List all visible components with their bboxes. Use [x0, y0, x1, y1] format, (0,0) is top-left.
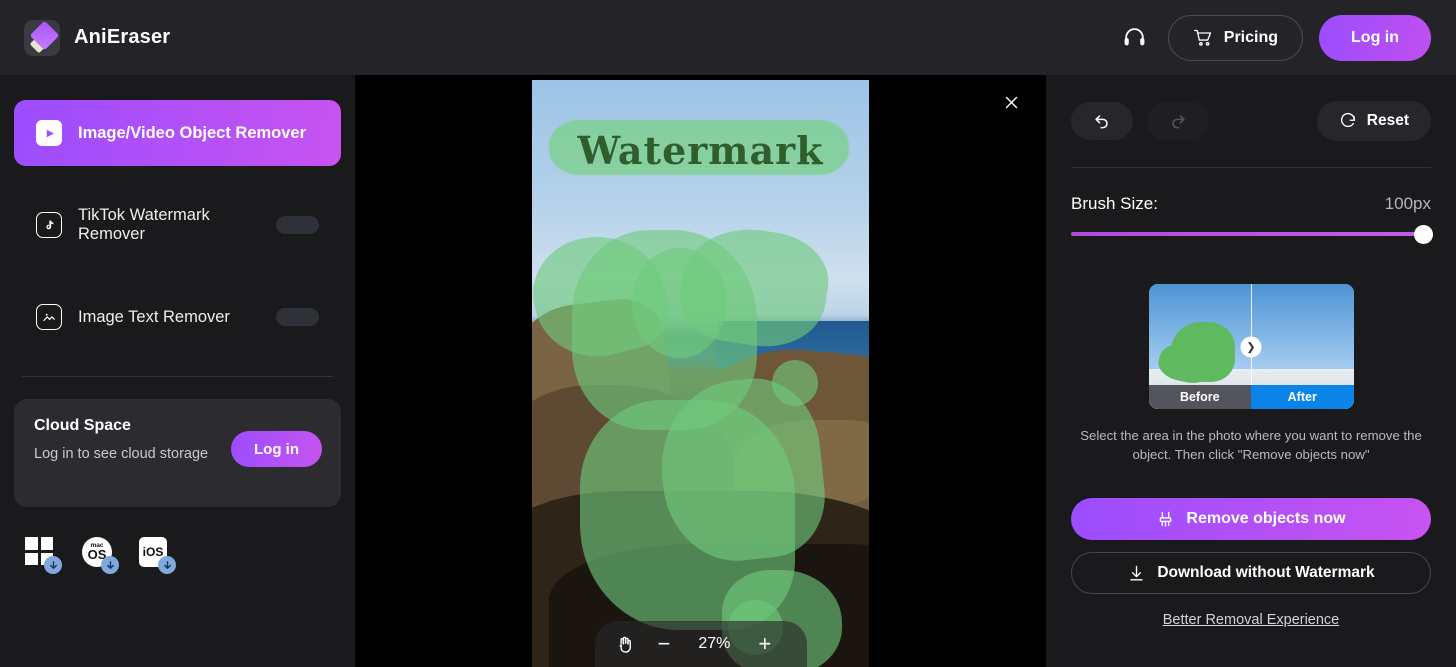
- brush-size-label: Brush Size:: [1071, 194, 1158, 213]
- pricing-label: Pricing: [1223, 28, 1279, 46]
- watermark-text: Watermark: [577, 128, 824, 173]
- ios-download-badge[interactable]: iOS: [139, 537, 176, 574]
- download-arrow-icon: [44, 556, 62, 574]
- top-bar: AniEraser Pricing Log in: [0, 0, 1456, 75]
- download-without-watermark-button[interactable]: Download without Watermark: [1071, 552, 1431, 595]
- beta-badge: Beta: [276, 308, 319, 326]
- close-icon[interactable]: [996, 87, 1026, 117]
- login-button[interactable]: Log in: [1319, 14, 1431, 61]
- zoom-out-button[interactable]: −: [658, 633, 671, 655]
- sidebar-item-label: Image Text Remover: [78, 307, 230, 326]
- download-arrow-icon: [101, 556, 119, 574]
- slider-thumb[interactable]: [1414, 224, 1433, 244]
- sidebar-item-image-text-remover[interactable]: Image Text Remover Beta: [14, 284, 341, 350]
- cloud-space-card: Cloud Space Log in to see cloud storage …: [14, 399, 341, 507]
- redo-icon: [1168, 111, 1188, 131]
- cloud-space-subtitle: Log in to see cloud storage: [34, 446, 209, 462]
- image-text-icon: [36, 304, 62, 330]
- selection-mask: [632, 248, 727, 358]
- edited-photo[interactable]: Watermark: [532, 80, 869, 667]
- sidebar-item-label: TikTok Watermark Remover: [78, 206, 210, 243]
- download-label: Download without Watermark: [1157, 564, 1375, 582]
- selection-mask-dot: [772, 360, 818, 406]
- cloud-login-button[interactable]: Log in: [231, 431, 322, 467]
- cart-icon: [1193, 28, 1213, 48]
- remove-objects-button[interactable]: Remove objects now: [1071, 498, 1431, 541]
- play-box-icon: [36, 120, 62, 146]
- beta-badge: Beta: [276, 216, 319, 234]
- better-removal-experience-link[interactable]: Better Removal Experience: [1071, 612, 1431, 628]
- brand-name: AniEraser: [74, 26, 171, 48]
- sidebar: Image/Video Object Remover TikTok Waterm…: [0, 75, 355, 667]
- before-after-preview[interactable]: ❯ Before After: [1148, 284, 1354, 409]
- reset-circular-arrow-icon: [1339, 112, 1357, 130]
- download-badges: mac OS iOS: [14, 507, 341, 574]
- tools-panel: Reset Brush Size: 100px ❯ Before After S…: [1046, 75, 1456, 667]
- windows-download-badge[interactable]: [25, 537, 62, 574]
- editor-canvas[interactable]: Watermark − 27% +: [355, 75, 1046, 667]
- after-label: After: [1251, 385, 1354, 409]
- download-icon: [1127, 564, 1146, 583]
- brush-icon: [1156, 510, 1175, 529]
- zoom-toolbar: − 27% +: [594, 621, 807, 667]
- sidebar-item-tiktok-watermark-remover[interactable]: TikTok Watermark Remover Beta: [14, 192, 341, 258]
- top-bar-actions: Pricing Log in: [1118, 14, 1456, 61]
- zoom-level: 27%: [698, 635, 731, 652]
- tiktok-note-icon: [36, 212, 62, 238]
- reset-label: Reset: [1366, 112, 1409, 129]
- undo-button[interactable]: [1071, 102, 1133, 140]
- brand[interactable]: AniEraser: [0, 19, 171, 56]
- chevron-right-icon[interactable]: ❯: [1240, 336, 1262, 357]
- brush-size-value: 100px: [1384, 194, 1431, 213]
- brush-size-slider[interactable]: [1071, 224, 1433, 244]
- undo-icon: [1092, 111, 1112, 131]
- sidebar-divider: [22, 376, 333, 377]
- history-toolbar: Reset: [1071, 75, 1431, 141]
- eraser-logo-icon: [24, 19, 60, 56]
- reset-button[interactable]: Reset: [1316, 101, 1431, 141]
- zoom-in-button[interactable]: +: [758, 633, 771, 655]
- cloud-space-title: Cloud Space: [34, 417, 131, 434]
- redo-button[interactable]: [1147, 102, 1209, 140]
- instruction-text: Select the area in the photo where you w…: [1080, 428, 1422, 463]
- macos-download-badge[interactable]: mac OS: [82, 537, 119, 574]
- remove-objects-label: Remove objects now: [1186, 510, 1346, 528]
- sidebar-item-label: Image/Video Object Remover: [78, 123, 307, 142]
- hand-pan-icon[interactable]: [615, 634, 636, 655]
- headset-icon[interactable]: [1118, 21, 1152, 55]
- download-arrow-icon: [158, 556, 176, 574]
- sidebar-item-object-remover[interactable]: Image/Video Object Remover: [14, 100, 341, 166]
- slider-track: [1071, 232, 1431, 236]
- brush-size-row: Brush Size: 100px: [1071, 168, 1431, 214]
- pricing-button[interactable]: Pricing: [1167, 14, 1304, 61]
- before-label: Before: [1148, 385, 1251, 409]
- anieraser-app: AniEraser Pricing Log in Image/Video Obj…: [0, 0, 1456, 667]
